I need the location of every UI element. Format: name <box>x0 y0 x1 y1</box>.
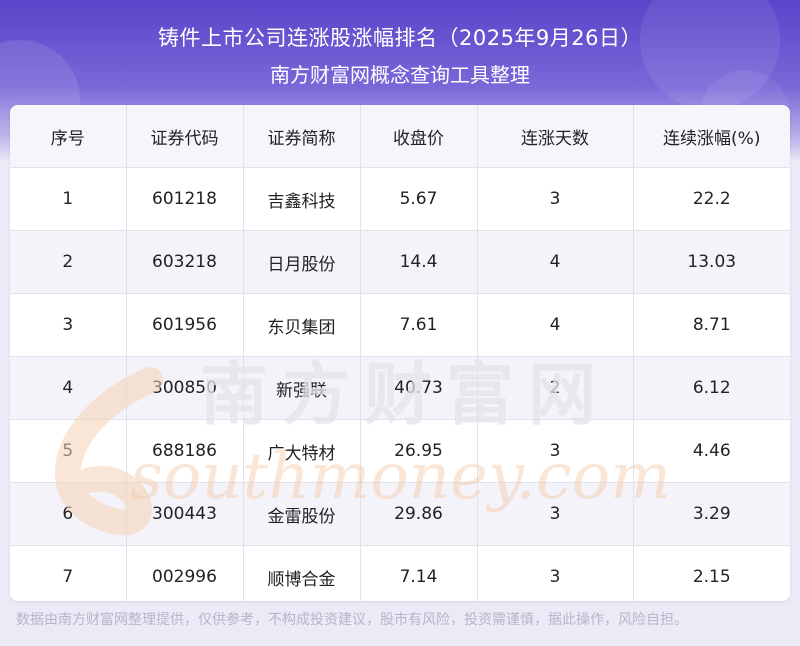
table-row: 2 603218 日月股份 14.4 4 13.03 <box>10 230 790 294</box>
cell-name: 广大特材 <box>243 419 361 483</box>
cell-days: 4 <box>477 293 634 357</box>
cell-rank: 5 <box>10 419 127 483</box>
cell-gain: 6.12 <box>633 356 790 420</box>
cell-days: 3 <box>477 545 634 601</box>
page-title: 铸件上市公司连涨股涨幅排名（2025年9月26日） <box>157 26 643 50</box>
cell-gain: 13.03 <box>633 230 790 294</box>
cell-code: 688186 <box>126 419 244 483</box>
table-row: 5 688186 广大特材 26.95 3 4.46 <box>10 419 790 483</box>
table-row: 1 601218 吉鑫科技 5.67 3 22.2 <box>10 167 790 231</box>
cell-gain: 8.71 <box>633 293 790 357</box>
cell-gain: 2.15 <box>692 567 731 587</box>
column-header-code: 证券代码 <box>126 105 244 168</box>
table-row: 6 300443 金雷股份 29.86 3 3.29 <box>10 482 790 546</box>
cell-name: 日月股份 <box>243 230 361 294</box>
cell-code: 300443 <box>126 482 244 546</box>
cell-code: 002996 <box>126 545 244 601</box>
cell-gain: 22.2 <box>633 167 790 231</box>
column-header-gain: 连续涨幅(%) <box>633 105 790 168</box>
table-row: 3 601956 东贝集团 7.61 4 8.71 <box>10 293 790 357</box>
cell-close: 7.14 <box>360 545 478 601</box>
ranking-table-card: 序号 证券代码 证券简称 收盘价 连涨天数 连续涨幅(%) 1 601218 吉… <box>10 105 790 601</box>
cell-name: 东贝集团 <box>243 293 361 357</box>
cell-rank: 2 <box>10 230 127 294</box>
column-header-name: 证券简称 <box>243 105 361 168</box>
cell-rank: 7 <box>10 545 127 601</box>
column-header-days: 连涨天数 <box>477 105 634 168</box>
cell-code: 603218 <box>126 230 244 294</box>
cell-name: 顺博合金 <box>243 545 361 601</box>
cell-days: 3 <box>477 167 634 231</box>
footer-disclaimer: 数据由南方财富网整理提供，仅供参考，不构成投资建议，股市有风险，投资需谨慎，据此… <box>16 612 688 628</box>
cell-days: 3 <box>477 482 634 546</box>
table-row: 7 002996 顺博合金 7.14 3 2.15 <box>10 545 790 601</box>
cell-code: 300850 <box>126 356 244 420</box>
table-header-row: 序号 证券代码 证券简称 收盘价 连涨天数 连续涨幅(%) <box>10 105 790 168</box>
cell-gain: 3.29 <box>633 482 790 546</box>
column-header-close: 收盘价 <box>360 105 478 168</box>
cell-days: 3 <box>477 419 634 483</box>
cell-close: 5.67 <box>360 167 478 231</box>
table-row: 4 300850 新强联 40.73 2 6.12 <box>10 356 790 420</box>
cell-code: 601956 <box>126 293 244 357</box>
column-header-rank: 序号 <box>10 105 127 168</box>
cell-days: 4 <box>477 230 634 294</box>
cell-rank: 6 <box>10 482 127 546</box>
cell-rank: 4 <box>10 356 127 420</box>
cell-close: 40.73 <box>360 356 478 420</box>
cell-name: 新强联 <box>243 356 361 420</box>
cell-name: 吉鑫科技 <box>243 167 361 231</box>
cell-close: 26.95 <box>360 419 478 483</box>
cell-rank: 3 <box>10 293 127 357</box>
page-subtitle: 南方财富网概念查询工具整理 <box>270 63 530 87</box>
cell-close: 7.61 <box>360 293 478 357</box>
cell-days: 2 <box>477 356 634 420</box>
cell-code: 601218 <box>126 167 244 231</box>
cell-close: 14.4 <box>360 230 478 294</box>
cell-rank: 1 <box>10 167 127 231</box>
ranking-table: 序号 证券代码 证券简称 收盘价 连涨天数 连续涨幅(%) 1 601218 吉… <box>10 105 790 601</box>
cell-gain: 4.46 <box>633 419 790 483</box>
cell-name: 金雷股份 <box>243 482 361 546</box>
cell-close: 29.86 <box>360 482 478 546</box>
